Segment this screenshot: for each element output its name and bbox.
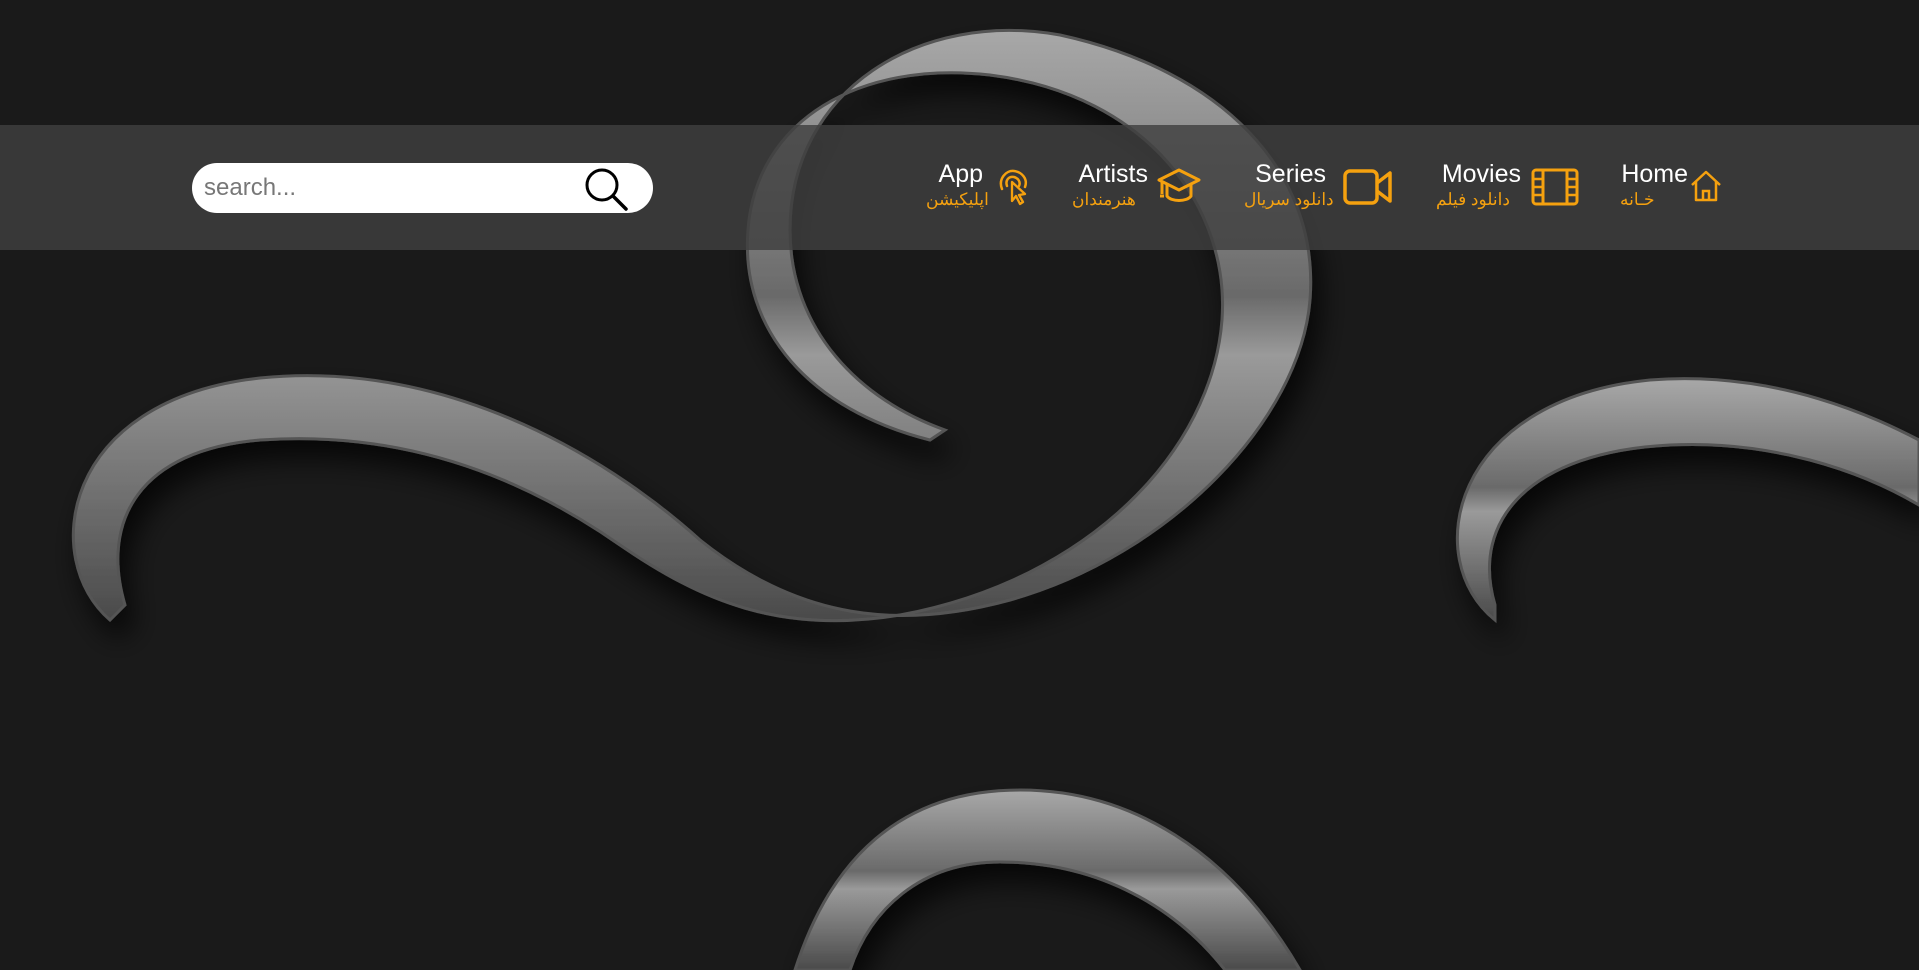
touch-pointer-icon[interactable] bbox=[996, 167, 1030, 207]
search-box bbox=[192, 163, 653, 213]
nav-series-label: Series bbox=[1255, 160, 1326, 188]
film-icon[interactable] bbox=[1530, 167, 1580, 207]
nav-movies-sub: دانلود فیلم bbox=[1436, 190, 1510, 209]
nav-item-movies[interactable]: Movies دانلود فیلم bbox=[1420, 160, 1521, 220]
page: Home خـانه Movies دانلود فیلم Series دان… bbox=[0, 0, 1919, 970]
nav-app-sub: اپلیکیشن bbox=[926, 190, 989, 209]
search-icon bbox=[585, 168, 628, 211]
home-icon[interactable] bbox=[1688, 168, 1724, 204]
nav-app-label: App bbox=[938, 160, 983, 188]
nav-item-artists[interactable]: Artists هنرمندان bbox=[1070, 160, 1148, 220]
nav-artists-label: Artists bbox=[1078, 160, 1148, 188]
search-button[interactable] bbox=[584, 167, 630, 211]
nav-home-label: Home bbox=[1621, 160, 1688, 188]
nav-item-series[interactable]: Series دانلود سریال bbox=[1240, 160, 1334, 220]
video-camera-icon[interactable] bbox=[1342, 167, 1394, 207]
nav-home-sub: خـانه bbox=[1620, 190, 1655, 209]
nav-artists-sub: هنرمندان bbox=[1072, 190, 1136, 209]
nav-movies-label: Movies bbox=[1441, 160, 1521, 188]
nav-item-home[interactable]: Home خـانه bbox=[1618, 160, 1688, 220]
nav-item-app[interactable]: App اپلیکیشن bbox=[920, 160, 989, 220]
graduation-cap-icon[interactable] bbox=[1156, 164, 1202, 208]
search-input[interactable] bbox=[204, 163, 564, 213]
nav-series-sub: دانلود سریال bbox=[1244, 190, 1334, 209]
